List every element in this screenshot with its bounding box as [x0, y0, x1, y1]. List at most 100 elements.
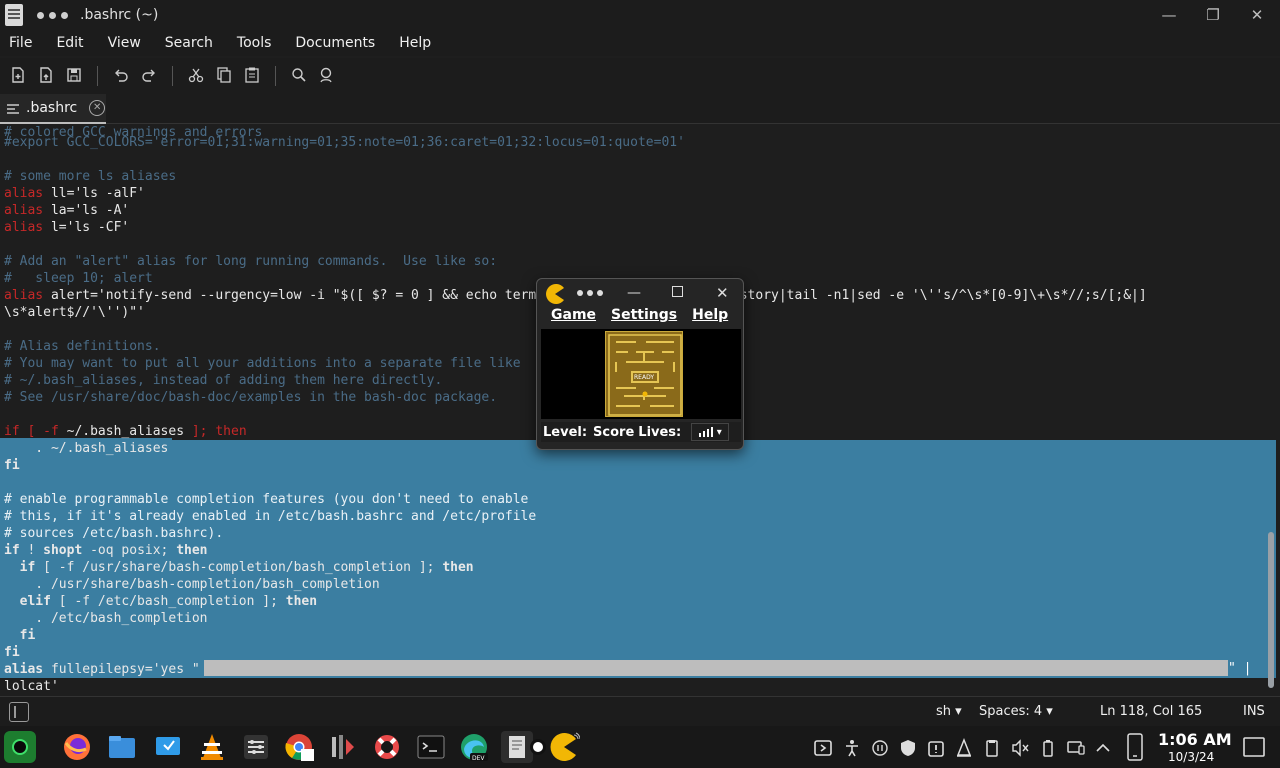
code-line: . /etc/bash_completion: [4, 610, 208, 627]
paste-icon[interactable]: [243, 66, 261, 84]
search-replace-icon[interactable]: [318, 66, 336, 84]
shield-icon[interactable]: [898, 738, 918, 758]
maximize-button[interactable]: [672, 286, 683, 297]
code-token: . /etc/bash_completion: [4, 611, 208, 626]
pacman-game-canvas[interactable]: READY: [541, 329, 741, 419]
text-editor-app-icon[interactable]: [5, 4, 23, 26]
tab-close-icon[interactable]: ✕: [89, 100, 106, 116]
screen-capture-icon[interactable]: [813, 738, 833, 758]
search-icon[interactable]: [290, 66, 308, 84]
undo-icon[interactable]: [112, 66, 130, 84]
clock-date[interactable]: 10/3/24: [1168, 750, 1214, 764]
menu-view[interactable]: View: [108, 35, 141, 51]
menu-documents[interactable]: Documents: [295, 35, 375, 51]
tab-bar: .bashrc ✕: [0, 92, 1280, 124]
maximize-button[interactable]: ❐: [1202, 4, 1224, 26]
code-token: ll='ls -alF': [43, 186, 145, 201]
code-line: lolcat': [4, 678, 59, 695]
text-editor-task-icon[interactable]: [501, 731, 533, 763]
code-line: fi: [4, 457, 20, 474]
notification-icon[interactable]: [926, 738, 946, 758]
code-token: !: [19, 543, 44, 558]
start-menu-icon[interactable]: [4, 731, 36, 763]
show-desktop-icon[interactable]: [1243, 736, 1265, 758]
active-window-indicator: [530, 739, 546, 755]
close-button[interactable]: ✕: [1246, 4, 1268, 26]
insert-mode[interactable]: INS: [1243, 704, 1265, 719]
menu-file[interactable]: File: [9, 35, 32, 51]
status-bar: sh ▾ Spaces: 4 ▾ Ln 118, Col 165 INS: [0, 696, 1280, 726]
code-line: # Add an "alert" alias for long running …: [4, 253, 497, 270]
code-token: alias: [4, 220, 44, 235]
close-button[interactable]: ✕: [716, 284, 729, 302]
pacman-menu-help[interactable]: Help: [692, 307, 728, 323]
minimize-button[interactable]: —: [627, 285, 641, 301]
code-token: elif: [19, 594, 51, 609]
accessibility-icon[interactable]: [842, 738, 862, 758]
menu-search[interactable]: Search: [165, 35, 213, 51]
clock-time[interactable]: 1:06 AM: [1158, 730, 1232, 749]
edge-dev-icon[interactable]: DEV: [458, 731, 490, 763]
taskbar: DEV 1:06 AM 10/3/24: [0, 726, 1280, 768]
lives-dropdown[interactable]: ▾: [691, 423, 730, 441]
settings-mixer-icon[interactable]: [240, 731, 272, 763]
code-line: alias ll='ls -alF': [4, 185, 145, 202]
code-token: la='ls -A': [43, 203, 130, 218]
clipboard-icon[interactable]: [982, 738, 1002, 758]
code-token: \s*alert$//'\'')"': [4, 305, 145, 320]
copy-icon[interactable]: [215, 66, 233, 84]
side-panel-toggle-icon[interactable]: [9, 702, 29, 722]
save-icon[interactable]: [65, 66, 83, 84]
code-line: . ~/.bash_aliases: [4, 440, 168, 457]
code-line: # enable programmable completion feature…: [4, 491, 528, 508]
battery-icon[interactable]: [1038, 738, 1058, 758]
pacman-menu-game[interactable]: Game: [551, 307, 596, 323]
menu-edit[interactable]: Edit: [56, 35, 83, 51]
menu-tools[interactable]: Tools: [237, 35, 272, 51]
vertical-scrollbar[interactable]: [1268, 532, 1274, 688]
pause-icon[interactable]: [870, 738, 890, 758]
document-icon: [6, 101, 20, 115]
terminal-icon[interactable]: [415, 731, 447, 763]
chevron-up-icon[interactable]: [1093, 738, 1113, 758]
new-document-icon[interactable]: [9, 66, 27, 84]
cut-icon[interactable]: [187, 66, 205, 84]
svg-text:READY: READY: [634, 374, 654, 381]
help-lifebuoy-icon[interactable]: [371, 731, 403, 763]
minimize-button[interactable]: —: [1158, 4, 1180, 26]
window-menu-dots[interactable]: [37, 11, 68, 19]
window-menu-dots[interactable]: [577, 290, 603, 296]
code-line: # ~/.bash_aliases, instead of adding the…: [4, 372, 442, 389]
code-line: alias la='ls -A': [4, 202, 129, 219]
code-token: alias: [4, 203, 44, 218]
vlc-tray-icon[interactable]: [954, 737, 974, 758]
vlc-icon[interactable]: [196, 731, 228, 763]
indentation-selector[interactable]: Spaces: 4 ▾: [979, 704, 1053, 719]
media-app-icon[interactable]: [327, 731, 359, 763]
toolbar: [0, 58, 1280, 92]
pacman-menu-settings[interactable]: Settings: [611, 307, 677, 323]
cursor-position[interactable]: Ln 118, Col 165: [1100, 704, 1202, 719]
code-token: l='ls -CF': [43, 220, 130, 235]
volume-muted-icon[interactable]: [1010, 738, 1030, 758]
code-line: alias l='ls -CF': [4, 219, 129, 236]
indentation-label: Spaces: 4: [979, 704, 1043, 719]
code-token: if [ -f: [4, 424, 59, 439]
language-selector[interactable]: sh ▾: [936, 704, 962, 719]
remote-desktop-icon[interactable]: [152, 731, 184, 763]
svg-text:DEV: DEV: [472, 755, 485, 762]
redo-icon[interactable]: [140, 66, 158, 84]
display-icon[interactable]: [1066, 738, 1086, 758]
code-token: . /usr/share/bash-completion/bash_comple…: [4, 577, 380, 592]
toolbar-separator: [97, 66, 98, 86]
menu-help[interactable]: Help: [399, 35, 431, 51]
open-icon[interactable]: [37, 66, 55, 84]
pacman-game-window[interactable]: — ✕ Game Settings Help READY Level: Scor…: [536, 278, 744, 450]
tab-bashrc[interactable]: .bashrc ✕: [0, 94, 106, 124]
pacman-task-icon[interactable]: [548, 731, 581, 763]
phone-icon[interactable]: [1126, 733, 1144, 761]
firefox-icon[interactable]: [61, 731, 93, 763]
file-manager-icon[interactable]: [106, 731, 138, 763]
chrome-dev-icon[interactable]: [283, 731, 315, 763]
